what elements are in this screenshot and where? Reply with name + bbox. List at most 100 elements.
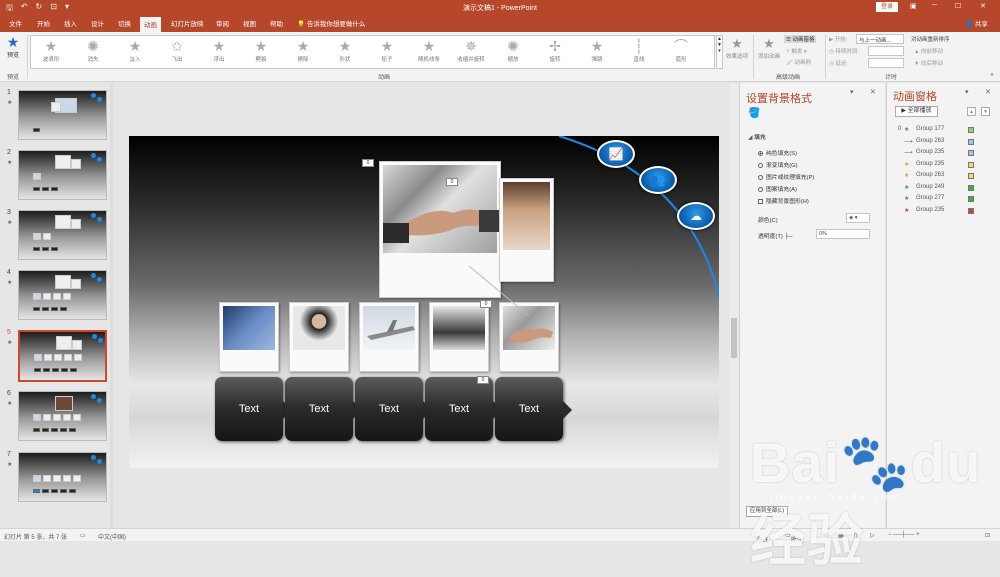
fill-bucket-icon[interactable]: 🪣 [748, 108, 760, 119]
move-down-icon[interactable]: ▼ [981, 107, 990, 116]
timeline-bar[interactable] [968, 150, 974, 156]
arrow-icon [563, 401, 572, 419]
move-later-button[interactable]: ▼ 向后移动 [914, 59, 943, 67]
star-icon: ★ [338, 38, 352, 54]
timeline-bar[interactable] [968, 161, 974, 168]
duration-input[interactable] [868, 46, 904, 56]
slide-thumbnail-6[interactable] [18, 391, 107, 441]
watermark-url: jingyan.baidu.com [770, 492, 902, 503]
slide-canvas[interactable]: 📈 👥 ☁ 0 0 0 Text Text Text Text Text 0 [129, 136, 719, 468]
divider [753, 35, 754, 79]
share-button[interactable]: 👤 共享 [965, 18, 988, 28]
slide-thumbnail-4[interactable] [18, 270, 107, 320]
transparency-input[interactable]: 0% [816, 229, 870, 239]
effect-options-button[interactable]: ★ 效果选项 [724, 35, 750, 60]
text-box-2[interactable]: Text [285, 377, 353, 441]
tab-file[interactable]: 文件 [9, 18, 22, 28]
trigger-button[interactable]: ⚡ 触发 ▾ [786, 47, 807, 55]
pane-options-icon[interactable]: ▾ [965, 88, 969, 96]
move-earlier-button[interactable]: ▲ 向前移动 [914, 47, 943, 55]
timeline-bar[interactable] [968, 207, 974, 214]
slide-number: 7 [7, 451, 11, 458]
star-icon: ✵ [465, 38, 477, 54]
timeline-bar[interactable] [968, 138, 974, 145]
editor-scrollbar[interactable] [730, 83, 738, 528]
anim-line[interactable]: ┆ 直线 [619, 38, 659, 63]
animation-item-name: Group 263 [916, 137, 945, 144]
ribbon-display-icon[interactable]: ▣ [910, 2, 917, 10]
timeline-bar[interactable] [968, 173, 974, 179]
star-icon: ★ [254, 38, 268, 54]
preview-button[interactable]: ★ 预览 [2, 34, 24, 59]
anim-wave[interactable]: ★ 波浪形 [31, 38, 71, 63]
animation-pane-button[interactable]: ☰ 动画窗格 [784, 35, 817, 43]
tab-home[interactable]: 开始 [37, 18, 50, 28]
gallery-scroll[interactable]: ▲ ▼ ▾ [716, 35, 723, 69]
anim-fly-in[interactable]: ✩ 飞出 [157, 38, 197, 63]
anim-shrink-turn[interactable]: ✵ 收缩并旋转 [451, 38, 491, 63]
start-select[interactable]: 与上一动画... [856, 34, 904, 44]
anim-swivel[interactable]: ✢ 旋转 [535, 38, 575, 63]
tab-insert[interactable]: 插入 [64, 18, 77, 28]
anim-float-in[interactable]: ★ 浮出 [199, 38, 239, 63]
tab-view[interactable]: 视图 [243, 18, 256, 28]
scroll-thumb[interactable] [731, 318, 737, 358]
tab-animations[interactable]: 动画 [140, 17, 161, 32]
play-all-button[interactable]: ▶ 全部播放 [895, 106, 938, 117]
minimize-icon[interactable]: ─ [932, 2, 937, 9]
tab-design[interactable]: 设计 [91, 18, 104, 28]
text-box-4[interactable]: Text [425, 377, 493, 441]
delay-label: ◷ 延迟: [829, 61, 848, 67]
animation-item-name: Group 235 [916, 149, 945, 155]
login-button[interactable]: 登录 [876, 2, 898, 12]
slide-thumbnail-1[interactable] [18, 90, 107, 140]
fill-section-header[interactable]: ◢ 填充 [748, 132, 766, 141]
hide-background-graphics-checkbox[interactable]: 隐藏背景图形(H) [758, 196, 809, 205]
star-outline-icon: ✩ [171, 38, 183, 54]
slide-thumbnail-7[interactable] [18, 452, 107, 502]
gradient-fill-option[interactable]: 渐变填充(G) [758, 160, 798, 169]
tab-help[interactable]: 帮助 [270, 18, 283, 28]
picture-fill-option[interactable]: 图片或纹理填充(P) [758, 172, 814, 181]
animation-star-icon: ★ [7, 280, 13, 286]
color-picker[interactable]: ◈ ▾ [846, 213, 870, 223]
text-box-3[interactable]: Text [355, 377, 423, 441]
anim-random-bars[interactable]: ★ 随机线条 [409, 38, 449, 63]
pane-options-icon[interactable]: ▾ [850, 88, 854, 96]
slide-thumbnail-5[interactable] [18, 330, 107, 382]
anim-shape[interactable]: ★ 形状 [325, 38, 365, 63]
add-animation-button[interactable]: ★ 添加动画 [756, 35, 782, 60]
animation-pane-close-icon[interactable]: ✕ [985, 88, 991, 96]
animation-painter-button[interactable]: 🖌 动画刷 [786, 58, 811, 66]
language[interactable]: 中文(中国) [98, 532, 126, 541]
solid-fill-option[interactable]: 纯色填充(S) [758, 148, 797, 157]
close-icon[interactable]: ✕ [980, 2, 986, 10]
tab-transitions[interactable]: 切换 [118, 18, 131, 28]
slide-thumbnail-3[interactable] [18, 210, 107, 260]
tab-slideshow[interactable]: 幻灯片放映 [171, 18, 204, 28]
anim-zoom[interactable]: ✺ 缩放 [493, 38, 533, 63]
anim-fade[interactable]: ★ 淡入 [115, 38, 155, 63]
anim-wheel[interactable]: ★ 轮子 [367, 38, 407, 63]
format-pane-close-icon[interactable]: ✕ [870, 88, 876, 96]
text-box-1[interactable]: Text [215, 377, 283, 441]
tell-me-search[interactable]: 💡 告诉我你想要做什么 [297, 18, 365, 28]
animation-item-name: Group 277 [916, 195, 945, 201]
anim-arc[interactable]: ⌒ 弧形 [661, 38, 701, 63]
maximize-icon[interactable]: ☐ [955, 2, 961, 10]
timeline-bar[interactable] [968, 184, 974, 191]
collapse-ribbon-icon[interactable]: ∧ [990, 72, 994, 78]
move-up-icon[interactable]: ▲ [967, 107, 976, 116]
timeline-bar[interactable] [968, 127, 974, 133]
anim-split[interactable]: ★ 劈裂 [241, 38, 281, 63]
slide-thumbnail-2[interactable] [18, 150, 107, 200]
timeline-bar[interactable] [968, 196, 974, 202]
anim-disappear[interactable]: ✺ 消失 [73, 38, 113, 63]
text-box-5[interactable]: Text [495, 377, 563, 441]
delay-input[interactable] [868, 58, 904, 68]
spellcheck-icon[interactable]: ▭ [80, 532, 86, 539]
anim-wipe[interactable]: ★ 擦除 [283, 38, 323, 63]
tab-review[interactable]: 审阅 [216, 18, 229, 28]
pattern-fill-option[interactable]: 图案填充(A) [758, 184, 797, 193]
anim-bounce[interactable]: ★ 弹跳 [577, 38, 617, 63]
